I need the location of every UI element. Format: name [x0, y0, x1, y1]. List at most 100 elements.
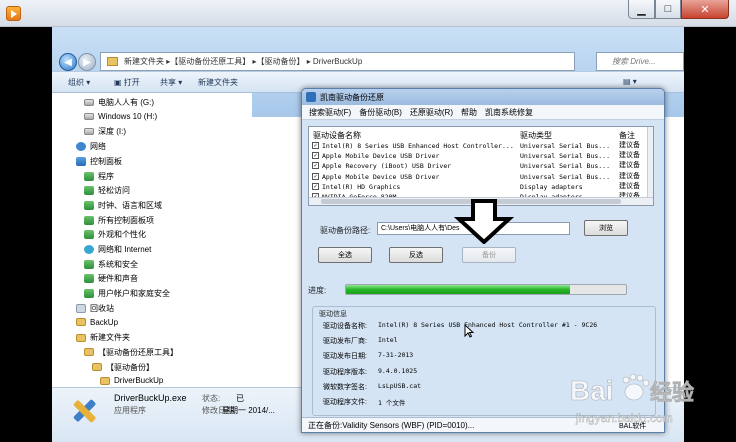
folder-icon — [107, 57, 118, 66]
search-input[interactable]: 搜索 Drive... — [596, 52, 684, 71]
programs-icon — [84, 171, 94, 181]
row-checkbox[interactable]: ✓ — [312, 162, 319, 170]
nav-tree-item[interactable]: 网络和 Internet — [84, 244, 151, 255]
ease-access-icon — [84, 186, 94, 196]
paw-icon — [622, 373, 650, 401]
new-folder-button[interactable]: 新建文件夹 — [198, 77, 238, 88]
row-checkbox[interactable]: ✓ — [312, 182, 319, 190]
nav-tree-item[interactable]: 时钟、语言和区域 — [84, 200, 162, 211]
folder-icon — [100, 376, 110, 385]
nav-tree-item[interactable]: 轻松访问 — [84, 185, 130, 196]
table-row[interactable]: ✓ Apple Mobile Device USB Driver Universal… — [309, 172, 647, 182]
nav-tree-label: 时钟、语言和区域 — [98, 200, 162, 210]
row-checkbox[interactable]: ✓ — [312, 142, 319, 149]
table-row[interactable]: ✓ Apple Recovery (iBoot) USB Driver Univer… — [309, 161, 647, 171]
recycle-bin-icon — [76, 303, 86, 313]
drive-icon — [84, 99, 94, 106]
tools-icon — [73, 399, 96, 423]
table-row[interactable]: ✓ Intel(R) HD Graphics Display adapters 建议备 — [309, 182, 647, 192]
table-row[interactable]: ✓ Intel(R) 8 Series USB Enhanced Host Con… — [309, 141, 647, 151]
column-header-type[interactable]: 驱动类型 — [520, 130, 552, 141]
dialog-menu-item[interactable]: 搜索驱动(F) — [309, 107, 351, 118]
dialog-menu-bar: 搜索驱动(F) 备份驱动(B) 还原驱动(R) 帮助 凯南系统修复 — [302, 105, 664, 120]
dialog-app-icon — [306, 92, 316, 102]
info-label: 微软数字签名: — [323, 383, 367, 391]
nav-tree-item[interactable]: 【驱动备份还原工具】 — [84, 347, 178, 358]
info-row: 驱动发布厂商: Intel — [323, 336, 398, 346]
nav-tree-label: 【驱动备份还原工具】 — [98, 347, 178, 357]
drive-icon — [84, 128, 94, 136]
nav-tree-label: 【驱动备份】 — [106, 362, 154, 372]
folder-icon — [76, 318, 86, 326]
nav-tree-label: 深度 (I:) — [98, 127, 126, 137]
nav-tree-label: 外观和个性化 — [98, 230, 146, 240]
info-row: 驱动程序文件: 1 个文件 — [323, 397, 405, 407]
nav-tree-label: 所有控制面板项 — [98, 215, 154, 225]
backup-button[interactable]: 备份 — [462, 247, 516, 263]
row-checkbox[interactable]: ✓ — [312, 152, 319, 160]
nav-tree-item[interactable]: 回收站 — [76, 303, 114, 314]
nav-tree-item[interactable]: 【驱动备份】 — [92, 362, 154, 373]
address-bar[interactable]: 新建文件夹 ▸【驱动备份还原工具】 ▸【驱动备份】 ▸ DriverBuckUp — [100, 52, 575, 71]
state-value: 已 — [236, 394, 244, 403]
open-button[interactable]: ▣ 打开 — [114, 77, 140, 88]
file-type: 应用程序 — [114, 406, 146, 415]
table-vertical-scrollbar[interactable] — [647, 127, 653, 197]
nav-tree-label: 电脑人人有 (G:) — [98, 98, 154, 107]
nav-tree-item[interactable]: 新建文件夹 — [76, 332, 130, 343]
view-menu-icon[interactable]: ▤ ▾ — [623, 77, 637, 86]
share-menu[interactable]: 共享 ▾ — [160, 77, 182, 88]
info-value: Intel(R) 8 Series USB Enhanced Host Cont… — [378, 321, 598, 329]
nav-tree-item[interactable]: 控制面板 — [76, 156, 122, 167]
nav-tree-item[interactable]: Windows 10 (H:) — [84, 112, 157, 121]
close-button[interactable]: ✕ — [681, 0, 729, 19]
table-row[interactable]: ✓ Apple Mobile Device USB Driver Universal… — [309, 151, 647, 161]
forward-button[interactable]: ▶ — [78, 53, 96, 71]
nav-tree-item[interactable]: 硬件和声音 — [84, 273, 138, 284]
file-name: DriverBuckUp.exe — [114, 393, 187, 403]
nav-tree-label: Windows 10 (H:) — [98, 111, 158, 121]
dialog-menu-item[interactable]: 备份驱动(B) — [359, 107, 402, 118]
nav-tree-item[interactable]: 外观和个性化 — [84, 229, 146, 240]
dialog-menu-item[interactable]: 凯南系统修复 — [485, 107, 533, 118]
minimize-button[interactable]: ▁ — [628, 0, 655, 19]
player-titlebar: ▁ □ ✕ — [0, 0, 736, 27]
organize-menu[interactable]: 组织 ▾ — [68, 77, 90, 88]
nav-tree-item[interactable]: 程序 — [84, 171, 114, 182]
driver-name: Apple Mobile Device USB Driver — [322, 152, 440, 161]
maximize-button[interactable]: □ — [655, 0, 681, 19]
nav-tree-item[interactable]: 用户帐户和家庭安全 — [84, 288, 170, 299]
select-all-button[interactable]: 全选 — [318, 247, 372, 263]
nav-tree-item[interactable]: 系统和安全 — [84, 259, 138, 270]
nav-tree-label: BackUp — [90, 317, 119, 327]
dialog-title: 凯南驱动备份还原 — [320, 92, 384, 102]
column-header-name[interactable]: 驱动设备名称 — [313, 130, 361, 141]
driver-type: Display adapters — [520, 182, 583, 191]
nav-tree-item[interactable]: BackUp — [76, 318, 118, 327]
info-value: 7-31-2013 — [378, 351, 414, 360]
info-row: 驱动发布日期: 7-31-2013 — [323, 351, 413, 361]
nav-tree-item[interactable]: 深度 (I:) — [84, 126, 126, 137]
driver-type: Universal Serial Bus... — [520, 142, 611, 150]
nav-tree-item[interactable]: 所有控制面板项 — [84, 215, 154, 226]
nav-tree-item[interactable]: 电脑人人有 (G:) — [84, 97, 154, 108]
nav-tree-label: 硬件和声音 — [98, 274, 138, 284]
nav-tree-label: 回收站 — [90, 303, 114, 313]
row-checkbox[interactable]: ✓ — [312, 172, 319, 180]
dialog-menu-item[interactable]: 还原驱动(R) — [410, 107, 453, 118]
back-button[interactable]: ◀ — [59, 53, 77, 71]
driver-type: Universal Serial Bus... — [520, 152, 611, 161]
watermark-brand: Bai — [570, 375, 614, 406]
nav-tree-item[interactable]: DriverBuckUp — [100, 376, 163, 385]
column-header-note[interactable]: 备注 — [619, 130, 635, 141]
drive-icon — [84, 112, 94, 120]
info-label: 驱动程序文件: — [323, 399, 367, 406]
security-icon — [84, 259, 94, 269]
dialog-titlebar: 凯南驱动备份还原 — [302, 89, 664, 105]
driver-table: 驱动设备名称 驱动类型 备注 ✓ Intel(R) 8 Series USB En… — [308, 126, 654, 206]
nav-tree-item[interactable]: 网络 — [76, 141, 106, 152]
browse-button[interactable]: 浏览 — [584, 220, 628, 236]
driver-note: 建议备 — [619, 162, 640, 170]
invert-selection-button[interactable]: 反选 — [389, 247, 443, 263]
dialog-menu-item[interactable]: 帮助 — [461, 107, 477, 118]
